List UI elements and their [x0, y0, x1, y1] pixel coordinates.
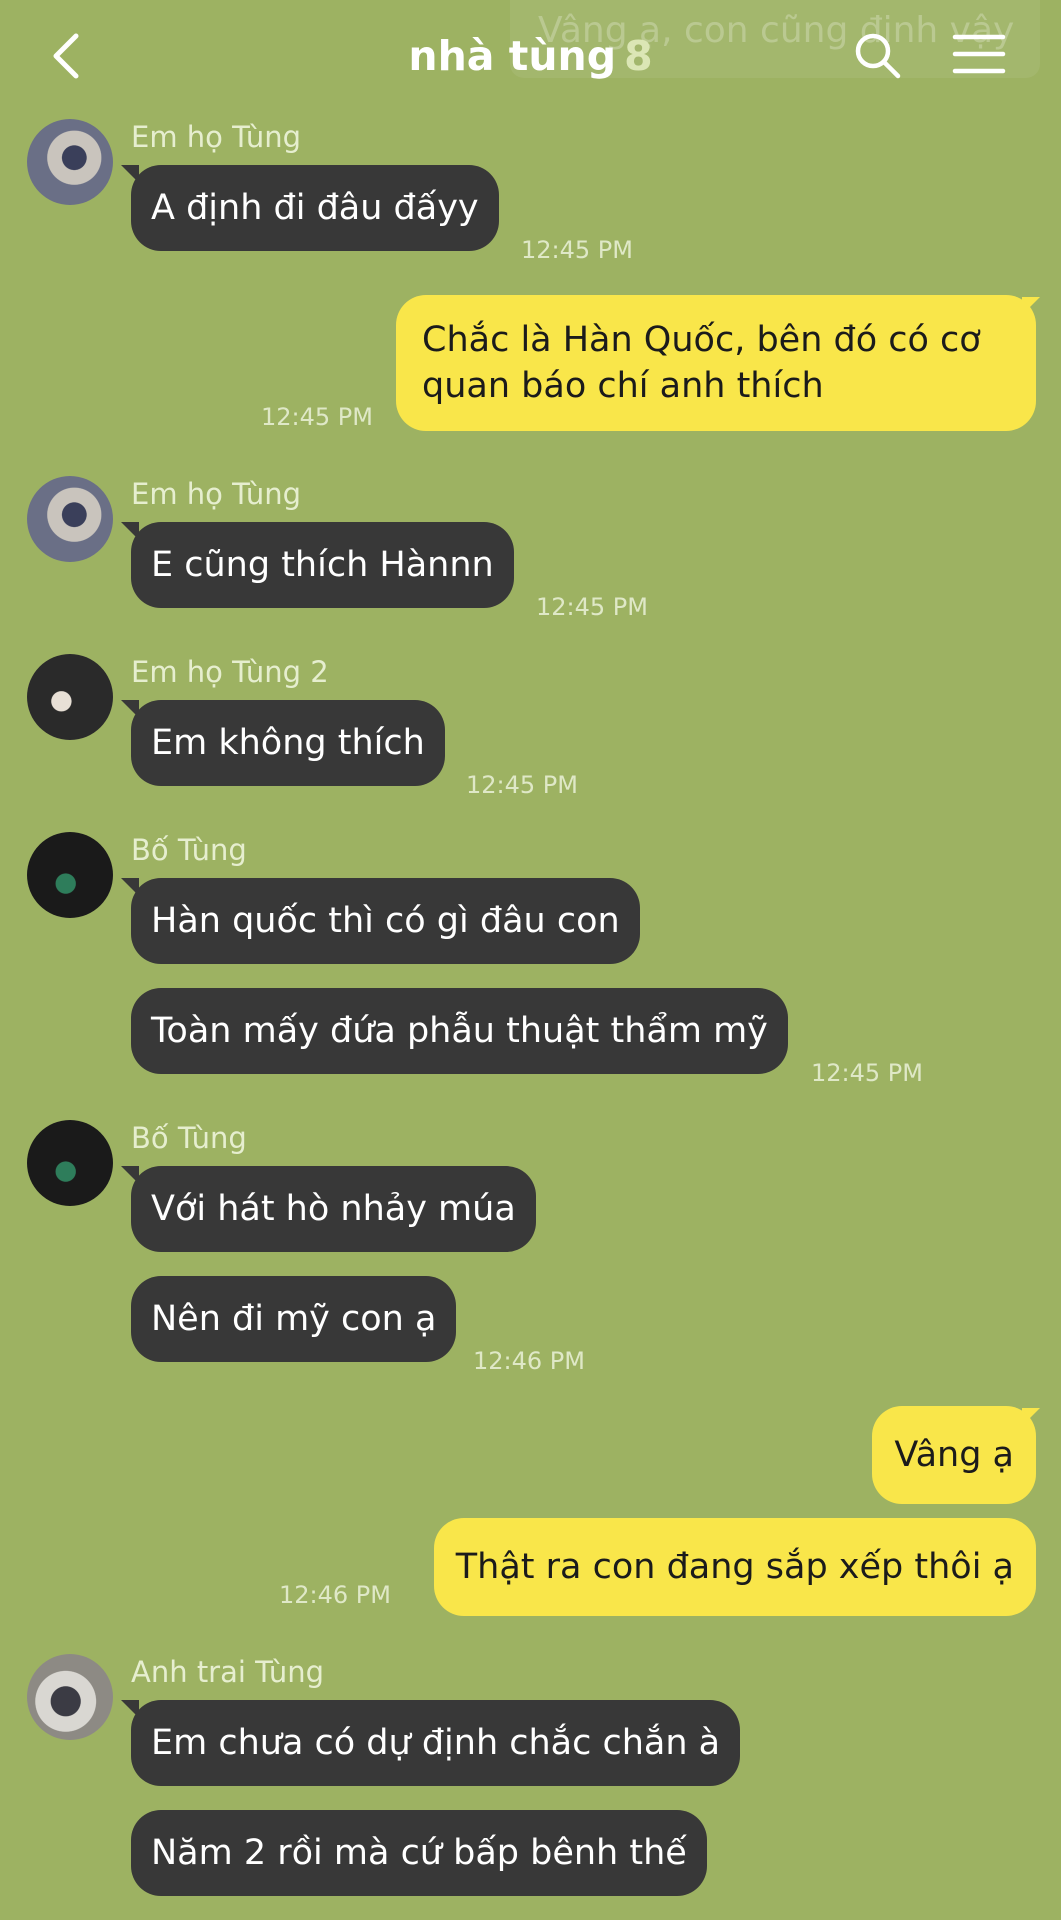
menu-icon: [952, 34, 1006, 74]
message-bubble[interactable]: Nên đi mỹ con ạ: [131, 1276, 457, 1362]
message-bubble[interactable]: A định đi đâu đấyy: [131, 165, 499, 251]
sender-name: Em họ Tùng: [131, 477, 302, 511]
avatar[interactable]: [27, 654, 113, 740]
avatar[interactable]: [27, 1120, 113, 1206]
message-time: 12:46 PM: [279, 1581, 391, 1609]
chat-header: Vâng ạ, con cũng định vậy nhà tùng 8: [0, 0, 1061, 112]
message-bubble[interactable]: Em chưa có dự định chắc chắn à: [131, 1700, 741, 1786]
message-time: 12:45 PM: [466, 771, 578, 799]
search-icon: [855, 33, 901, 79]
sender-name: Em họ Tùng 2: [131, 655, 329, 689]
message-bubble[interactable]: E cũng thích Hànnn: [131, 522, 514, 608]
chat-name: nhà tùng: [408, 32, 617, 80]
message-bubble[interactable]: Thật ra con đang sắp xếp thôi ạ: [433, 1518, 1036, 1616]
message-time: 12:45 PM: [521, 236, 633, 264]
member-count: 8: [624, 32, 653, 80]
sender-name: Bố Tùng: [131, 1121, 247, 1155]
search-button[interactable]: [852, 30, 902, 80]
message-bubble[interactable]: Em không thích: [131, 700, 445, 786]
sender-name: Em họ Tùng: [131, 120, 302, 154]
sender-name: Bố Tùng: [131, 833, 247, 867]
avatar[interactable]: [27, 476, 113, 562]
message-bubble[interactable]: Toàn mấy đứa phẫu thuật thẩm mỹ: [131, 988, 788, 1074]
message-time: 12:45 PM: [261, 403, 373, 431]
message-bubble[interactable]: Hàn quốc thì có gì đâu con: [131, 878, 640, 964]
message-time: 12:46 PM: [473, 1347, 585, 1375]
avatar[interactable]: [27, 1654, 113, 1740]
message-time: 12:45 PM: [811, 1059, 923, 1087]
menu-button[interactable]: [952, 32, 1006, 76]
sender-name: Anh trai Tùng: [131, 1655, 325, 1689]
message-bubble[interactable]: Chắc là Hàn Quốc, bên đó có cơ quan báo …: [396, 295, 1036, 431]
message-time: 12:45 PM: [536, 593, 648, 621]
avatar[interactable]: [27, 832, 113, 918]
message-bubble[interactable]: Năm 2 rồi mà cứ bấp bênh thế: [131, 1810, 707, 1896]
message-bubble[interactable]: Với hát hò nhảy múa: [131, 1166, 536, 1252]
avatar[interactable]: [27, 119, 113, 205]
message-bubble[interactable]: Vâng ạ: [872, 1406, 1036, 1504]
